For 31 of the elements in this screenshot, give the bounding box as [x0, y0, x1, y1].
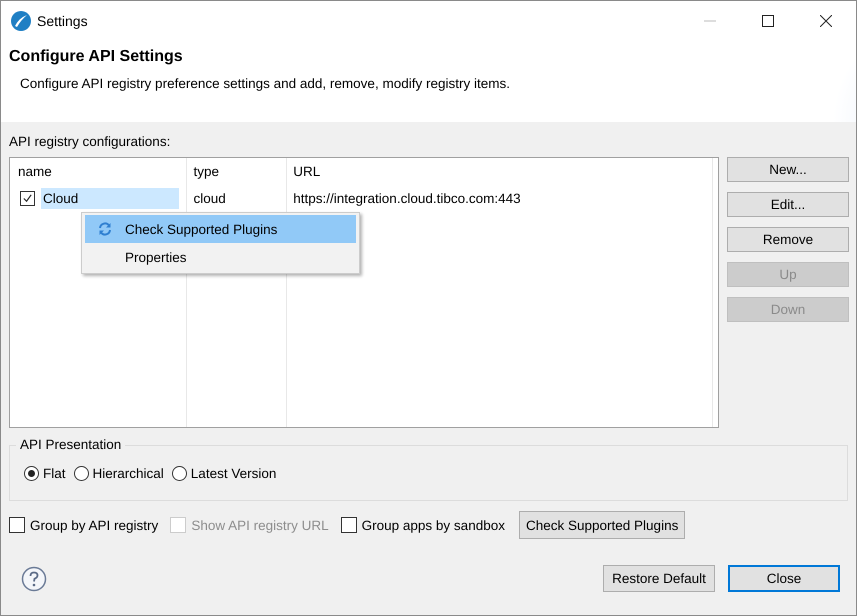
side-button[interactable]: Remove — [727, 227, 849, 252]
refresh-icon — [97, 221, 113, 237]
radio-option[interactable]: Hierarchical — [74, 466, 164, 481]
checkbox-option[interactable]: Group by API registry — [9, 517, 158, 533]
checkmark-icon — [22, 193, 33, 204]
dialog-button[interactable]: Restore Default — [603, 565, 715, 592]
group-title: API Presentation — [16, 437, 126, 452]
page-title: Configure API Settings — [9, 48, 184, 66]
window-title: Settings — [37, 12, 88, 28]
page-description: Configure API registry preference settings and add, remove, modify registry items. — [19, 76, 511, 91]
table-cell: cloud — [194, 191, 226, 206]
table-cell: https://integration.cloud.tibco.com:443 — [293, 191, 521, 206]
column-header[interactable]: type — [186, 158, 286, 185]
help-icon[interactable] — [21, 566, 47, 592]
radio-option[interactable]: Latest Version — [172, 466, 276, 481]
table-cell[interactable]: Cloud — [41, 188, 179, 209]
app-logo-icon — [11, 10, 31, 30]
column-header[interactable]: name — [10, 158, 186, 185]
side-button[interactable]: New... — [727, 157, 849, 182]
checkbox[interactable] — [20, 191, 35, 206]
dialog-button[interactable]: Close — [728, 565, 840, 592]
side-button[interactable]: Edit... — [727, 192, 849, 217]
close-icon[interactable] — [820, 14, 832, 26]
column-header[interactable]: URL — [285, 158, 710, 185]
menu-item[interactable]: Properties — [85, 243, 356, 271]
maximize-icon[interactable] — [762, 14, 774, 26]
section-label: API registry configurations: — [9, 134, 172, 149]
radio-option[interactable]: Flat — [24, 466, 66, 481]
check-plugins-button[interactable]: Check Supported Plugins — [518, 511, 686, 539]
checkbox-option[interactable]: Group apps by sandbox — [340, 517, 505, 533]
menu-item[interactable]: Check Supported Plugins — [85, 215, 356, 243]
